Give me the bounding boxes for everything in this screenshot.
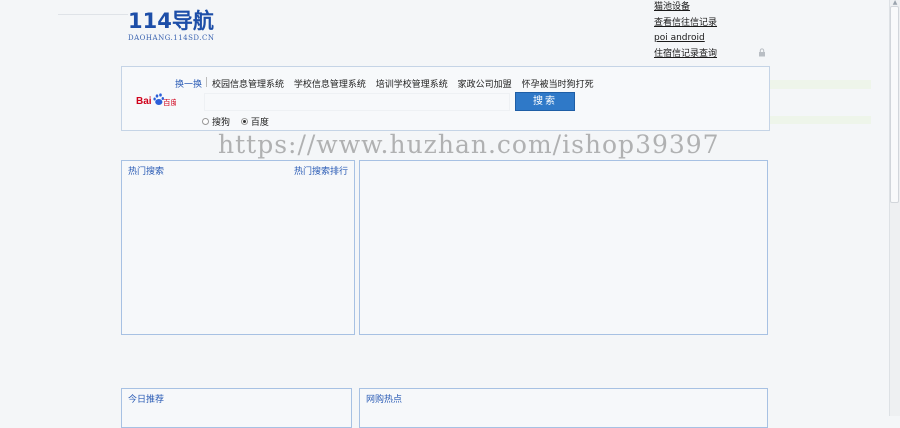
baidu-logo: Bai 百度 — [136, 93, 176, 107]
web-hot-panel: 网购热点 — [359, 388, 768, 428]
swap-link[interactable]: 换一换 — [175, 77, 202, 90]
top-link-1[interactable]: 猫池设备 — [654, 0, 717, 16]
engine-radio-sogou[interactable] — [202, 118, 209, 125]
engine-radio-baidu[interactable] — [240, 118, 248, 125]
hot-keyword[interactable]: 校园信息管理系统 — [212, 80, 284, 90]
decor-strip-bottom — [769, 116, 871, 124]
hot-keywords: 校园信息管理系统 学校信息管理系统 培训学校管理系统 家政公司加盟 怀孕被当时狗… — [212, 77, 601, 90]
panel-title: 今日推荐 — [128, 395, 165, 405]
engine-label-baidu[interactable]: 百度 — [251, 118, 269, 128]
search-box: 换一换 校园信息管理系统 学校信息管理系统 培训学校管理系统 家政公司加盟 怀孕… — [121, 66, 770, 131]
scroll-up-icon[interactable]: ▲ — [892, 0, 898, 6]
svg-text:Bai: Bai — [136, 96, 152, 107]
site-logo[interactable]: 114导航 DAOHANG.114SD.CN — [128, 10, 248, 46]
top-links: 猫池设备 查看信往信记录 poi android 住宿信记录查询 — [654, 0, 717, 62]
hot-keyword[interactable]: 学校信息管理系统 — [294, 80, 366, 90]
search-input[interactable] — [204, 93, 510, 111]
content-panel — [359, 160, 768, 335]
scroll-thumb[interactable] — [890, 6, 899, 203]
hot-search-rank-link[interactable]: 热门搜索排行 — [294, 164, 348, 177]
hot-keyword[interactable]: 怀孕被当时狗打死 — [522, 80, 594, 90]
panel-title: 网购热点 — [366, 395, 403, 405]
today-panel: 今日推荐 — [121, 388, 352, 428]
search-button[interactable]: 搜索 — [515, 92, 575, 111]
hot-search-panel: 热门搜索 热门搜索排行 — [121, 160, 355, 335]
logo-title: 114导航 — [128, 9, 214, 33]
vertical-scrollbar[interactable]: ▲ — [889, 0, 900, 416]
engine-options: 搜狗 百度 — [202, 115, 277, 128]
top-link-4[interactable]: 住宿信记录查询 — [654, 47, 717, 63]
watermark: https://www.huzhan.com/ishop39397 — [218, 130, 720, 159]
lock-icon — [759, 48, 765, 57]
panel-title: 热门搜索 — [128, 167, 165, 177]
logo-subtitle: DAOHANG.114SD.CN — [128, 34, 215, 42]
top-decor-line — [58, 14, 128, 15]
top-link-3[interactable]: poi android — [654, 31, 717, 47]
hot-keyword[interactable]: 家政公司加盟 — [458, 80, 512, 90]
engine-label-sogou[interactable]: 搜狗 — [212, 118, 230, 128]
svg-text:百度: 百度 — [163, 97, 176, 107]
hot-keyword[interactable]: 培训学校管理系统 — [376, 80, 448, 90]
top-link-2[interactable]: 查看信往信记录 — [654, 16, 717, 32]
decor-strip-top — [769, 80, 871, 89]
divider — [206, 77, 207, 87]
